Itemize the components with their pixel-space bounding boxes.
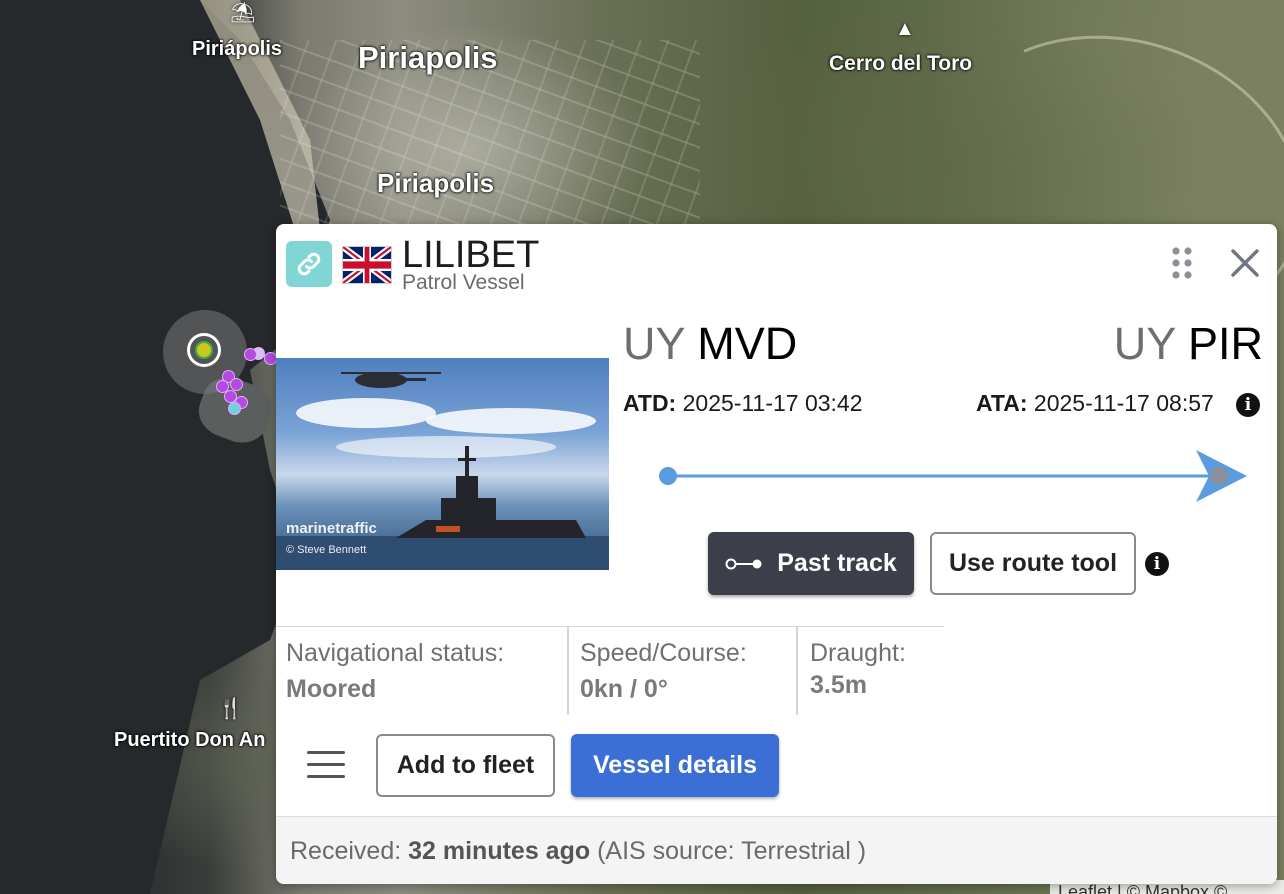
track-point[interactable] <box>230 378 243 391</box>
draught-value: 3.5m <box>810 671 867 699</box>
received-info: Received: 32 minutes ago (AIS source: Te… <box>290 837 866 866</box>
route-end-dot <box>1210 467 1228 485</box>
nav-status-label: Navigational status: <box>286 639 505 667</box>
use-route-tool-button[interactable]: Use route tool <box>930 532 1136 595</box>
atd-value: 2025-11-17 03:42 <box>682 390 863 416</box>
photo-watermark: marinetraffic <box>286 520 377 537</box>
copy-link-button[interactable] <box>286 241 332 287</box>
arrival-port[interactable]: UY PIR <box>1114 318 1263 370</box>
add-to-fleet-button[interactable]: Add to fleet <box>376 734 555 797</box>
vessel-popup: LILIBET Patrol Vessel marinetraffic © St… <box>276 224 1277 884</box>
past-track-label: Past track <box>777 549 897 577</box>
ship-and-helicopter-picture <box>276 372 609 570</box>
arrival-port-code: PIR <box>1187 318 1263 369</box>
united-kingdom-flag-icon <box>342 246 392 284</box>
speed-course-value: 0kn / 0° <box>580 675 668 703</box>
departure-country-code: UY <box>623 318 685 369</box>
received-label: Received: <box>290 837 402 865</box>
nav-status-value: Moored <box>286 675 377 703</box>
ais-source: (AIS source: Terrestrial ) <box>597 837 867 865</box>
vessel-photo[interactable]: marinetraffic © Steve Bennett <box>276 358 609 570</box>
photo-credit: © Steve Bennett <box>286 544 367 556</box>
route-start-dot <box>659 467 677 485</box>
vessel-marker-icon[interactable] <box>187 333 221 367</box>
mountain-peak-icon: ▲ <box>895 18 915 40</box>
arrival-country-code: UY <box>1113 318 1176 369</box>
received-value: 32 minutes ago <box>408 837 591 865</box>
popup-footer: Received: 32 minutes ago (AIS source: Te… <box>276 816 1277 884</box>
draught-label: Draught: <box>810 639 906 667</box>
speed-course-label: Speed/Course: <box>580 639 747 667</box>
navigational-status: Navigational status: Moored <box>276 627 566 715</box>
track-point[interactable] <box>244 348 257 361</box>
vessel-type: Patrol Vessel <box>402 271 525 294</box>
route-tool-info-icon[interactable]: i <box>1145 552 1169 576</box>
vessel-status-row: Navigational status: Moored Speed/Course… <box>276 626 944 715</box>
speed-course: Speed/Course: 0kn / 0° <box>567 627 797 715</box>
draught: Draught: 3.5m <box>796 627 946 715</box>
track-point[interactable] <box>228 402 241 415</box>
ata-info-icon[interactable]: i <box>1236 393 1260 417</box>
vessel-details-button[interactable]: Vessel details <box>571 734 779 797</box>
restaurant-icon: 🍴 <box>218 698 243 720</box>
atd-label: ATD: <box>623 390 677 416</box>
ata-value: 2025-11-17 08:57 <box>1033 390 1214 416</box>
map-label-piriapolis-big: Piriapolis <box>358 40 498 75</box>
drag-handle-icon[interactable] <box>1171 246 1193 280</box>
past-track-button[interactable]: Past track <box>708 532 914 595</box>
map-label-piriapolis-mid: Piriapolis <box>377 168 495 198</box>
close-icon[interactable] <box>1228 246 1262 280</box>
arrival-time: ATA: 2025-11-17 08:57 <box>976 390 1214 417</box>
link-icon <box>297 252 321 276</box>
menu-icon[interactable] <box>307 751 345 779</box>
map-label-cerro-del-toro: Cerro del Toro <box>829 52 973 75</box>
map-label-puertito: Puertito Don An <box>114 729 266 751</box>
past-track-icon <box>725 558 762 569</box>
voyage-progress-line <box>659 450 1247 502</box>
departure-time: ATD: 2025-11-17 03:42 <box>623 390 863 417</box>
departure-port-code: MVD <box>697 318 798 369</box>
ata-label: ATA: <box>976 390 1028 416</box>
departure-port[interactable]: UY MVD <box>623 318 797 370</box>
map-label-piriapolis-small: Piriápolis <box>192 38 283 60</box>
beach-umbrella-icon: ⛱ <box>230 2 256 24</box>
